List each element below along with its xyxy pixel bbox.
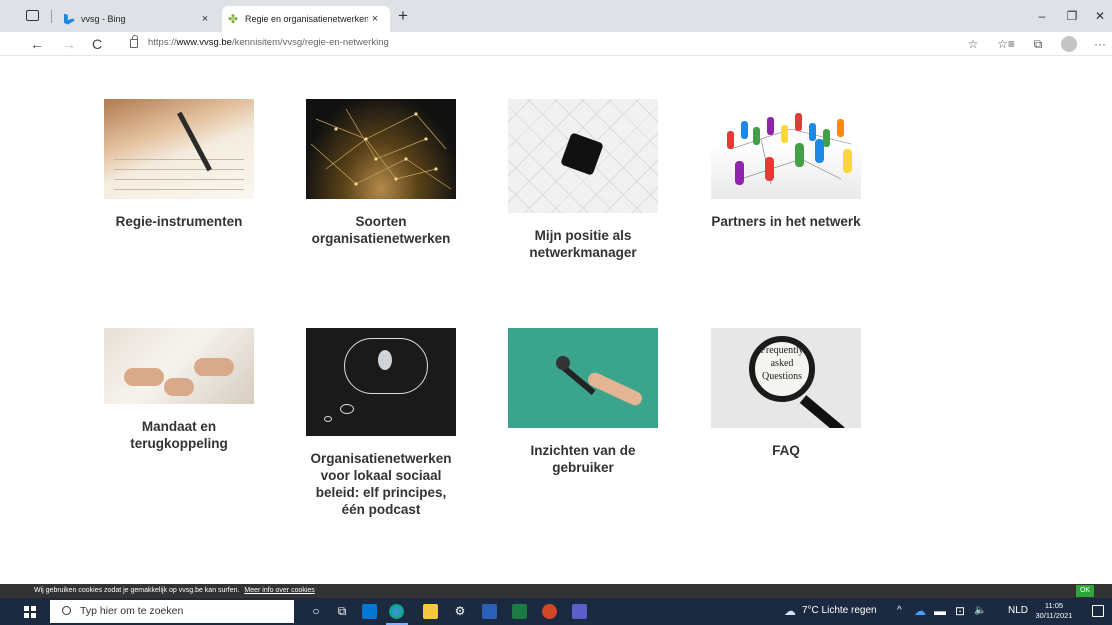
tray-chevron-icon[interactable]: ^ (897, 605, 902, 616)
clock-date: 30/11/2021 (1035, 611, 1073, 620)
card-label[interactable]: FAQ (711, 442, 861, 459)
tab-separator (51, 10, 52, 23)
language-indicator[interactable]: NLD (1008, 605, 1028, 616)
card-label[interactable]: Regie-instrumenten (104, 213, 254, 230)
cookie-ok-button[interactable]: OK (1076, 585, 1094, 597)
microphone-image[interactable] (508, 328, 658, 428)
profile-avatar[interactable] (1061, 36, 1077, 52)
cookie-info-link[interactable]: Meer info over cookies (244, 587, 314, 594)
word-icon[interactable] (482, 604, 497, 619)
tab-actions-icon[interactable] (26, 10, 39, 21)
settings-gear-icon[interactable]: ⚙ (452, 603, 468, 619)
edge-icon[interactable] (389, 604, 404, 619)
card-label[interactable]: Partners in het netwerk (711, 213, 861, 230)
tab-title: Regie en organisatienetwerken (245, 14, 368, 24)
weather-cloud-icon: ☁ (784, 604, 796, 618)
refresh-button[interactable]: C (92, 34, 102, 54)
network-icon[interactable]: ⊡ (952, 603, 968, 619)
favorites-icon[interactable]: ☆≡ (995, 36, 1017, 52)
card-label[interactable]: Inzichten van de gebruiker (508, 442, 658, 476)
windows-start-icon[interactable] (24, 606, 36, 618)
card-organisatienetwerken-lokaal-sociaal-beleid[interactable]: Organisatienetwerken voor lokaal sociaal… (306, 328, 456, 518)
card-mijn-positie[interactable]: Mijn positie als netwerkmanager (508, 99, 658, 261)
tab-title: vvsg - Bing (81, 14, 126, 24)
card-soorten-organisatienetwerken[interactable]: Soorten organisatienetwerken (306, 99, 456, 247)
url-path: /kennisitem/vvsg/regie-en-netwerking (231, 37, 389, 48)
bing-icon (64, 13, 75, 25)
kennisitem-card-grid: Regie-instrumenten Soorten organisatiene… (0, 56, 1112, 580)
taskbar-search-box[interactable]: Typ hier om te zoeken (50, 600, 294, 623)
card-label[interactable]: Mijn positie als netwerkmanager (508, 227, 658, 261)
back-button[interactable]: ← (30, 34, 44, 54)
cookie-text: Wij gebruiken cookies zodat je gemakkeli… (34, 587, 240, 594)
onedrive-icon[interactable]: ☁ (912, 603, 928, 619)
card-inzichten-van-de-gebruiker[interactable]: Inzichten van de gebruiker (508, 328, 658, 476)
clock-time: 11:05 (1044, 601, 1064, 610)
lightbulb-chalk-image[interactable] (306, 328, 456, 436)
powerpoint-icon[interactable] (542, 604, 557, 619)
address-bar-row: ← → C https://www.vvsg.be/kennisitem/vvs… (0, 32, 1112, 56)
puzzle-image[interactable] (508, 99, 658, 213)
card-label[interactable]: Organisatienetwerken voor lokaal sociaal… (306, 450, 456, 518)
search-placeholder: Typ hier om te zoeken (80, 605, 184, 617)
tab-regie[interactable]: ✤ Regie en organisatienetwerken × (222, 6, 390, 32)
outlook-icon[interactable] (362, 604, 377, 619)
faq-image-text: Frequently asked Questions (760, 345, 804, 382)
card-mandaat-en-terugkoppeling[interactable]: Mandaat en terugkoppeling (104, 328, 254, 452)
card-label[interactable]: Soorten organisatienetwerken (306, 213, 456, 247)
tab-close-icon[interactable]: × (368, 13, 382, 25)
card-partners-in-het-netwerk[interactable]: Partners in het netwerk (711, 99, 861, 230)
task-view-icon[interactable]: ⧉ (334, 603, 350, 619)
battery-icon[interactable]: ▬ (932, 603, 948, 619)
card-label[interactable]: Mandaat en terugkoppeling (104, 418, 254, 452)
minimize-button[interactable]: – (1027, 6, 1057, 26)
forward-button[interactable]: → (62, 34, 76, 54)
lock-icon[interactable] (130, 35, 138, 48)
card-regie-instrumenten[interactable]: Regie-instrumenten (104, 99, 254, 230)
more-menu-icon[interactable]: ··· (1092, 36, 1108, 52)
close-window-button[interactable]: ✕ (1085, 6, 1112, 26)
taskbar-clock[interactable]: 11:05 30/11/2021 (1034, 601, 1074, 621)
file-explorer-icon[interactable] (423, 604, 438, 619)
pawns-network-image[interactable] (711, 99, 861, 199)
magnifier-faq-image[interactable]: Frequently asked Questions (711, 328, 861, 428)
teams-icon[interactable] (572, 604, 587, 619)
weather-text[interactable]: 7°C Lichte regen (802, 605, 877, 616)
desk-meeting-image[interactable] (104, 328, 254, 404)
dew-network-image[interactable] (306, 99, 456, 199)
volume-icon[interactable]: 🔈 (974, 605, 986, 616)
new-tab-button[interactable]: + (398, 6, 408, 26)
add-favorite-icon[interactable]: ☆ (965, 36, 981, 52)
url-field[interactable]: https://www.vvsg.be/kennisitem/vvsg/regi… (148, 37, 389, 48)
browser-tab-strip: vvsg - Bing × ✤ Regie en organisatienetw… (0, 0, 1112, 32)
windows-taskbar: Typ hier om te zoeken ○ ⧉ ⚙ ☁ 7°C Lichte… (0, 598, 1112, 625)
notification-icon[interactable] (1092, 605, 1104, 617)
card-faq[interactable]: Frequently asked Questions FAQ (711, 328, 861, 459)
vvsg-leaf-icon: ✤ (228, 11, 239, 26)
url-domain: www.vvsg.be (176, 37, 232, 48)
tab-bing[interactable]: vvsg - Bing × (64, 6, 220, 32)
restore-button[interactable]: ❐ (1057, 6, 1087, 26)
tab-close-icon[interactable]: × (198, 13, 212, 25)
cookie-banner: Wij gebruiken cookies zodat je gemakkeli… (0, 584, 1112, 598)
excel-icon[interactable] (512, 604, 527, 619)
url-prefix: https:// (148, 37, 177, 48)
cortana-icon[interactable]: ○ (308, 603, 324, 619)
collections-icon[interactable]: ⧉ (1030, 36, 1046, 52)
hand-writing-image[interactable] (104, 99, 254, 199)
search-icon (62, 606, 71, 615)
